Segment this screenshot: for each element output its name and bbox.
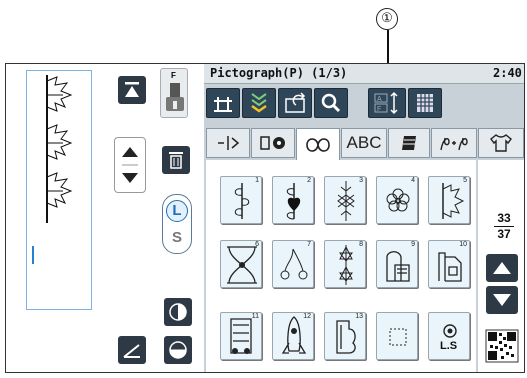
decorative-icon <box>306 138 330 152</box>
rocket-icon <box>281 316 307 354</box>
tab-utility[interactable] <box>206 128 250 158</box>
combination-icon <box>440 137 468 151</box>
presser-foot-icon <box>166 83 184 111</box>
trash-icon <box>169 152 183 169</box>
cat-icon <box>336 320 356 354</box>
go-to-top-button[interactable] <box>118 76 146 104</box>
train-icon <box>230 318 252 354</box>
locking-stitch-icon <box>443 324 457 338</box>
page-down-button[interactable] <box>486 286 518 314</box>
mirror-vertical-icon <box>169 303 187 321</box>
shirt-icon <box>490 134 512 152</box>
delete-button[interactable] <box>162 146 190 174</box>
mirror-vertical-button[interactable] <box>164 298 192 326</box>
page-current: 33 <box>497 211 511 225</box>
heart-pattern-button[interactable] <box>242 88 276 118</box>
heart-pattern-icon <box>251 93 267 113</box>
text-size-icon: AF <box>374 91 398 115</box>
up-down-arrow-icon <box>122 147 138 183</box>
pattern-cell-8[interactable]: 8 <box>324 240 366 288</box>
mirror-horizontal-button[interactable] <box>164 336 192 364</box>
foot-label: F <box>171 71 176 80</box>
arrow-down-icon <box>493 294 511 306</box>
pattern-cell-5[interactable]: 5 <box>428 176 470 224</box>
tab-alphabet[interactable]: ABC <box>341 128 387 158</box>
qr-code-button[interactable] <box>484 326 520 366</box>
alphabet-spacing-button[interactable]: AF <box>368 88 406 118</box>
flower-icon <box>386 188 410 212</box>
bow-icon <box>227 246 257 284</box>
pattern-cell-12[interactable]: 12 <box>272 312 314 360</box>
star-column-icon <box>339 245 353 285</box>
pattern-cell-10[interactable]: 10 <box>428 240 470 288</box>
pattern-cell-6[interactable]: 6 <box>220 240 262 288</box>
callout-number: ① <box>376 8 398 30</box>
folder-open-icon <box>285 92 306 113</box>
mirror-icon <box>214 97 232 112</box>
pattern-cell-11[interactable]: 11 <box>220 312 262 360</box>
leaf-vine-icon <box>234 183 250 219</box>
svg-text:F: F <box>377 106 381 113</box>
svg-text:A: A <box>377 96 382 103</box>
page-total: 37 <box>497 227 511 241</box>
folder-open-button[interactable] <box>278 88 312 118</box>
pattern-cell-4[interactable]: 4 <box>376 176 418 224</box>
tab-decorative[interactable] <box>296 128 340 161</box>
clock: 2:40 <box>493 66 522 80</box>
pattern-cell-3[interactable]: 3 <box>324 176 366 224</box>
mirror-horizontal-icon <box>169 341 187 359</box>
stitch-preview <box>26 70 92 310</box>
pattern-cell-7[interactable]: 7 <box>272 240 314 288</box>
go-to-top-icon <box>125 82 139 97</box>
pattern-cell-13[interactable]: 13 <box>324 312 366 360</box>
text-cursor <box>32 246 34 264</box>
building-icon <box>386 251 410 282</box>
tab-buttonhole[interactable] <box>251 128 295 158</box>
utility-stitch-icon <box>218 136 240 150</box>
qr-code-icon <box>485 329 519 363</box>
memory-grid-button[interactable] <box>408 88 442 118</box>
magnify-button[interactable] <box>314 88 348 118</box>
elongation-icon <box>123 344 140 358</box>
buttonhole-icon <box>260 136 285 150</box>
size-large-option[interactable]: L <box>166 199 188 222</box>
preview-pattern-icon <box>46 75 73 223</box>
grid-icon <box>417 94 433 112</box>
heart-vine-icon <box>286 183 301 220</box>
tab-satin[interactable] <box>388 128 430 158</box>
dotted-square-icon <box>389 328 407 346</box>
page-title: Pictograph(P) (1/3) <box>210 66 348 80</box>
locking-stitch-label: L.S <box>440 340 458 352</box>
mirror-image-button[interactable] <box>206 88 240 118</box>
presser-foot-button[interactable]: F <box>160 68 188 118</box>
pattern-cell-blank[interactable] <box>376 312 418 360</box>
maple-leaf-icon <box>442 183 465 219</box>
magnify-icon <box>321 93 341 113</box>
page-indicator: 33 37 <box>492 212 516 241</box>
pattern-cell-2[interactable]: 2 <box>272 176 314 224</box>
pattern-cell-1[interactable]: 1 <box>220 176 262 224</box>
satin-icon <box>402 136 416 150</box>
cherry-icon <box>280 248 308 280</box>
pattern-cell-9[interactable]: 9 <box>376 240 418 288</box>
arrow-up-icon <box>493 262 511 274</box>
tab-combination[interactable] <box>431 128 477 158</box>
pattern-cell-locking-stitch[interactable]: L.S <box>428 312 470 360</box>
size-small-option[interactable]: S <box>166 227 188 249</box>
snowflake-vine-icon <box>337 181 355 221</box>
page-up-button[interactable] <box>486 254 518 282</box>
tab-garment[interactable] <box>478 128 524 158</box>
elongation-button[interactable] <box>118 336 146 364</box>
size-selector[interactable]: L S <box>162 194 192 254</box>
house-icon <box>438 252 462 282</box>
cursor-updown-stepper[interactable] <box>114 137 146 193</box>
